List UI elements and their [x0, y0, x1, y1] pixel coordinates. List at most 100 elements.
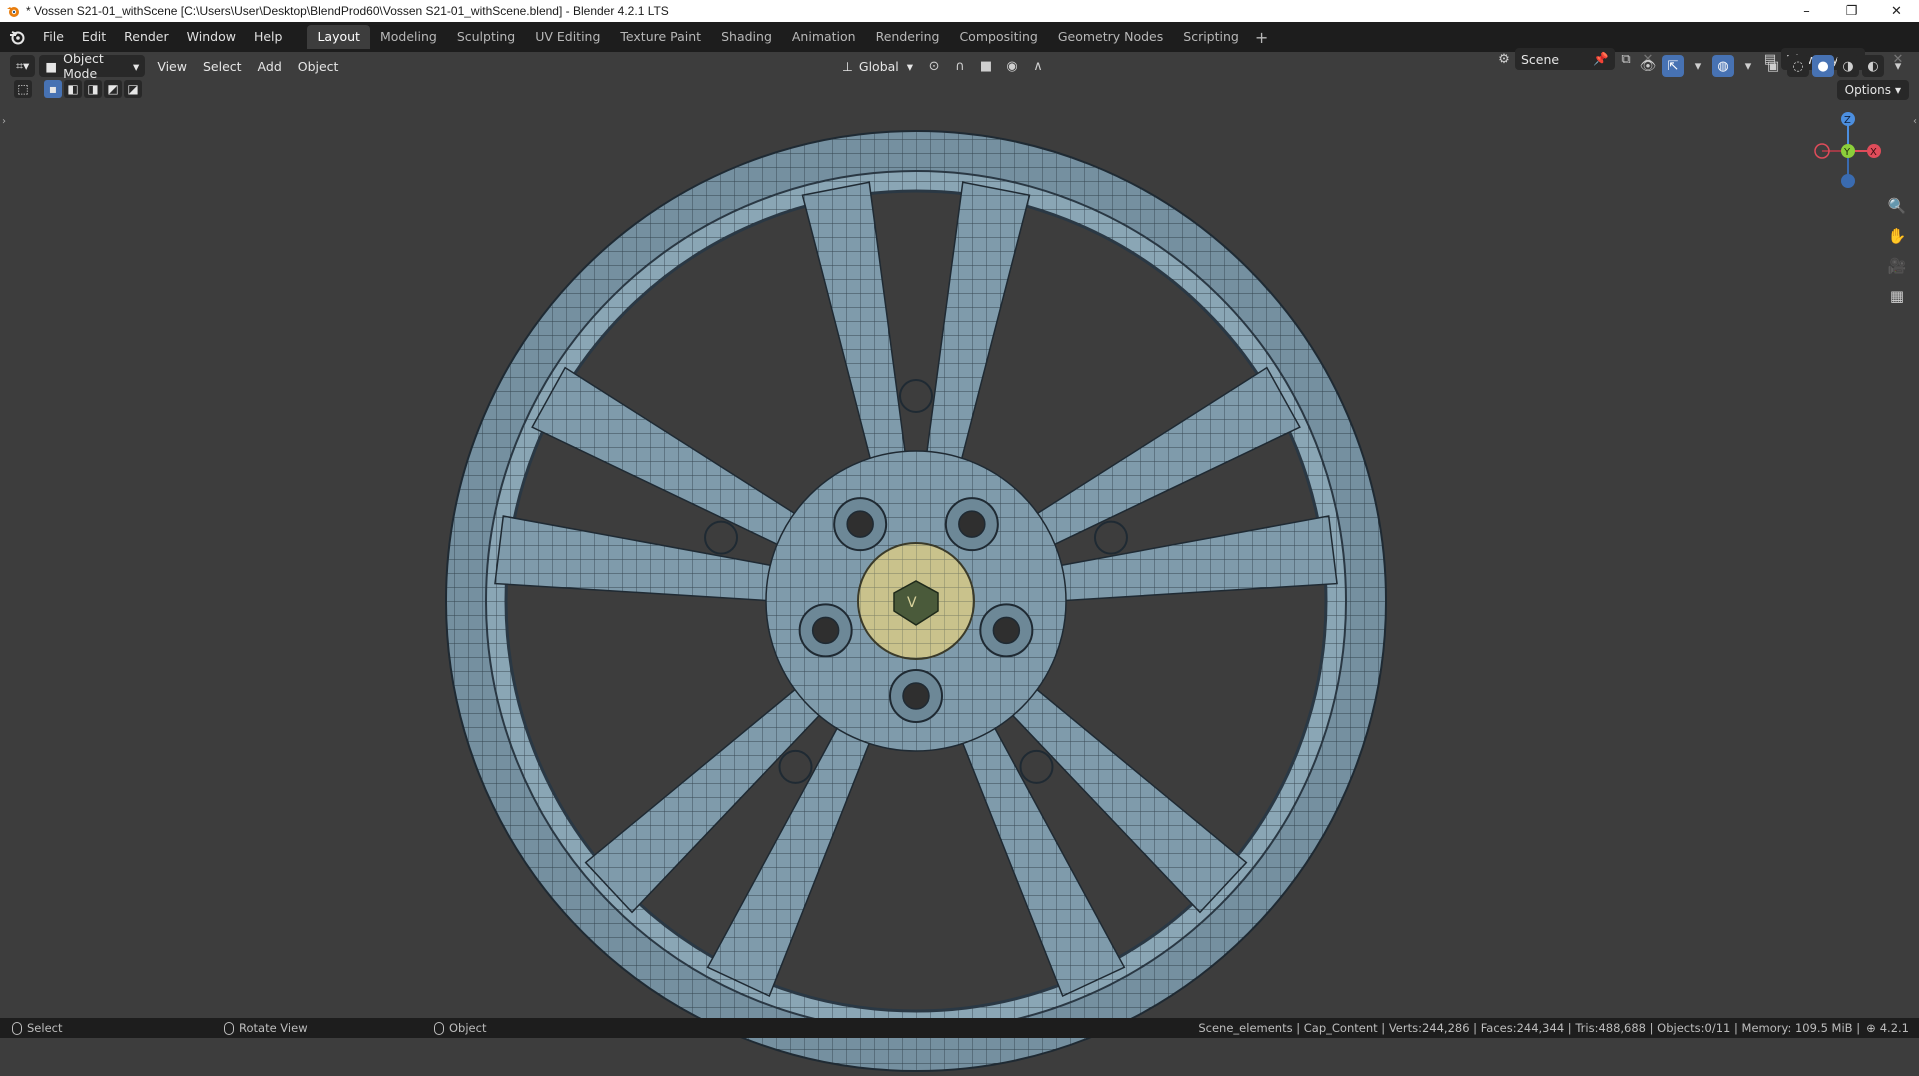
editor-type-icon[interactable]: ⌗▾	[10, 55, 36, 77]
chevron-down-icon: ▾	[1894, 83, 1901, 97]
tab-layout[interactable]: Layout	[307, 25, 370, 49]
overlays-toggle-icon[interactable]: ◍	[1712, 55, 1734, 77]
transform-tools: ⊥ Global ▾ ⊙ ∩ ■ ◉ ∧	[836, 52, 1049, 80]
workspace-tabs: Layout Modeling Sculpting UV Editing Tex…	[307, 22, 1274, 52]
tab-scripting[interactable]: Scripting	[1173, 25, 1249, 49]
spoke-hole	[1093, 520, 1128, 555]
xray-toggle-icon[interactable]: ▣	[1762, 55, 1784, 77]
options-button[interactable]: Options ▾	[1836, 80, 1909, 100]
menu-add[interactable]: Add	[250, 59, 290, 74]
menu-select[interactable]: Select	[195, 59, 250, 74]
stats-text: Scene_elements | Cap_Content | Verts:244…	[1198, 1021, 1861, 1035]
axis-icon: ⊥	[842, 58, 853, 74]
shading-tools: 👁 ⇱ ▾ ◍ ▾ ▣ ◌ ● ◑ ◐ ▾	[1637, 52, 1909, 80]
close-button[interactable]: ✕	[1874, 0, 1919, 22]
rendered-shading-icon[interactable]: ◐	[1862, 55, 1884, 77]
tab-modeling[interactable]: Modeling	[370, 25, 447, 49]
viewport-navigation: 🔍 ✋ 🎥 ▦	[1884, 194, 1910, 308]
tab-geometry-nodes[interactable]: Geometry Nodes	[1048, 25, 1173, 49]
tab-texture-paint[interactable]: Texture Paint	[610, 25, 711, 49]
window-titlebar: * Vossen S21-01_withScene [C:\Users\User…	[0, 0, 1919, 22]
zoom-icon[interactable]: 🔍	[1884, 194, 1910, 218]
chevron-down-icon[interactable]: ▾	[1887, 55, 1909, 77]
menu-help[interactable]: Help	[245, 22, 292, 52]
minimize-button[interactable]: –	[1784, 0, 1829, 22]
scene-statistics: Scene_elements | Cap_Content | Verts:244…	[1198, 1018, 1909, 1038]
mouse-left-icon	[12, 1021, 22, 1035]
select-new-icon[interactable]: ▪	[44, 80, 62, 98]
mode-selector[interactable]: ■ Object Mode ▾	[39, 51, 146, 81]
chevron-down-icon[interactable]: ▾	[1687, 55, 1709, 77]
3d-viewport[interactable]: V ⌗▾ ■ Object Mode ▾ View Select Add Obj…	[0, 51, 1919, 1072]
add-workspace-icon[interactable]: +	[1249, 28, 1274, 47]
menu-file[interactable]: File	[34, 22, 73, 52]
version-text: 4.2.1	[1879, 1021, 1909, 1035]
toolbar-expand-icon[interactable]: ›	[2, 116, 6, 127]
material-shading-icon[interactable]: ◑	[1837, 55, 1859, 77]
mode-label: Object Mode	[63, 51, 104, 81]
mouse-middle-icon	[224, 1021, 234, 1035]
snap-icon[interactable]: ∩	[949, 55, 971, 77]
network-icon: ⊕	[1866, 1021, 1876, 1035]
menu-edit[interactable]: Edit	[73, 22, 115, 52]
selection-mode-tools: ⬚ ▪ ◧ ◨ ◩ ◪	[14, 78, 142, 100]
proportional-edit-icon[interactable]: ◉	[1001, 55, 1023, 77]
chevron-down-icon: ▾	[906, 58, 914, 74]
blender-logo-icon	[7, 7, 19, 17]
window-title: * Vossen S21-01_withScene [C:\Users\User…	[26, 4, 669, 18]
spoke-hole	[778, 749, 813, 784]
gizmo-toggle-icon[interactable]: ⇱	[1662, 55, 1684, 77]
lug-hole-inner	[846, 510, 874, 538]
wireframe-shading-icon[interactable]: ◌	[1787, 55, 1809, 77]
svg-text:X: X	[1870, 147, 1877, 158]
lug-hole-inner	[811, 616, 840, 645]
window-controls: – ❐ ✕	[1784, 0, 1919, 22]
menu-render[interactable]: Render	[115, 22, 178, 52]
menu-view[interactable]: View	[149, 59, 195, 74]
snap-target-icon[interactable]: ■	[975, 55, 997, 77]
lug-hole-inner	[958, 510, 986, 538]
svg-text:V: V	[907, 595, 917, 611]
chevron-down-icon: ▾	[133, 58, 140, 74]
navigation-gizmo[interactable]: Z Y X	[1812, 106, 1888, 194]
tab-uv-editing[interactable]: UV Editing	[525, 25, 610, 49]
status-rotate: Rotate View	[224, 1021, 308, 1035]
solid-shading-icon[interactable]: ●	[1812, 55, 1834, 77]
lug-hole-inner	[902, 682, 930, 710]
tab-animation[interactable]: Animation	[782, 25, 866, 49]
tab-sculpting[interactable]: Sculpting	[447, 25, 525, 49]
orientation-label: Global	[858, 58, 899, 74]
tab-rendering[interactable]: Rendering	[866, 25, 950, 49]
visibility-icon[interactable]: 👁	[1637, 55, 1659, 77]
top-bar: File Edit Render Window Help Layout Mode…	[0, 22, 1919, 70]
select-subtract-icon[interactable]: ◨	[84, 80, 102, 98]
blender-menu-icon[interactable]	[0, 22, 34, 52]
options-label: Options	[1844, 83, 1891, 97]
svg-text:Y: Y	[1843, 147, 1851, 158]
pan-hand-icon[interactable]: ✋	[1884, 224, 1910, 248]
select-tool-icon[interactable]: ⬚	[14, 80, 32, 98]
wheel-model[interactable]: V	[430, 126, 1430, 1076]
select-invert-icon[interactable]: ◩	[104, 80, 122, 98]
status-bar: Select Rotate View Object Scene_elements…	[0, 1018, 1919, 1038]
falloff-icon[interactable]: ∧	[1027, 55, 1049, 77]
status-object: Object	[434, 1021, 486, 1035]
tab-compositing[interactable]: Compositing	[949, 25, 1047, 49]
sidebar-expand-icon[interactable]: ‹	[1913, 116, 1917, 127]
pivot-icon[interactable]: ⊙	[923, 55, 945, 77]
camera-view-icon[interactable]: 🎥	[1884, 254, 1910, 278]
orientation-selector[interactable]: ⊥ Global ▾	[836, 55, 919, 77]
select-extend-icon[interactable]: ◧	[64, 80, 82, 98]
status-select: Select	[12, 1021, 62, 1035]
mouse-right-icon	[434, 1021, 444, 1035]
select-intersect-icon[interactable]: ◪	[124, 80, 142, 98]
restore-button[interactable]: ❐	[1829, 0, 1874, 22]
chevron-down-icon[interactable]: ▾	[1737, 55, 1759, 77]
menu-window[interactable]: Window	[178, 22, 245, 52]
spoke-hole	[704, 520, 739, 555]
spoke-hole	[1019, 749, 1054, 784]
svg-text:Z: Z	[1844, 115, 1851, 126]
perspective-grid-icon[interactable]: ▦	[1884, 284, 1910, 308]
menu-object[interactable]: Object	[290, 59, 347, 74]
tab-shading[interactable]: Shading	[711, 25, 782, 49]
